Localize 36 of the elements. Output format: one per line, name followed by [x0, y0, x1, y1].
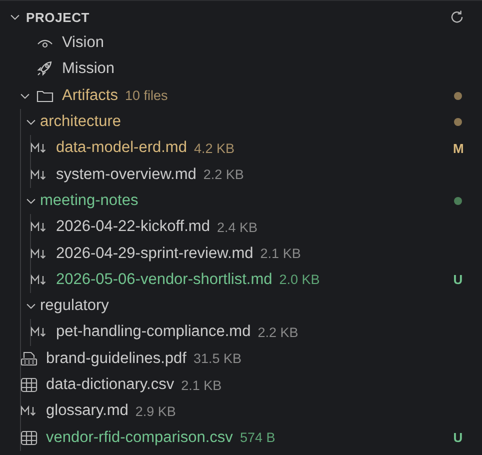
git-status: U [453, 430, 463, 446]
item-meta: 2.1 KB [181, 378, 222, 392]
item-name: meeting-notes [40, 192, 138, 210]
item-meta: 10 files [124, 88, 168, 104]
item-name: data-dictionary.csv [46, 376, 174, 394]
git-status: U [453, 272, 463, 288]
item-meta: 2.4 KB [216, 220, 258, 235]
item-name: 2026-05-06-vendor-shortlist.md [56, 270, 272, 289]
item-meta: 4.2 KB [194, 140, 234, 156]
refresh-icon[interactable] [449, 9, 465, 25]
item-meta: 2.0 KB [279, 272, 320, 288]
item-meta: 31.5 KB [193, 351, 242, 366]
item-meta: 2.1 KB [260, 246, 301, 262]
item-meta: 2.2 KB [203, 167, 244, 182]
section-title[interactable]: PROJECT [26, 10, 90, 24]
item-meta: 2.9 KB [135, 404, 176, 419]
item-name: 2026-04-22-kickoff.md [56, 218, 210, 236]
item-name: glossary.md [46, 402, 128, 420]
item-name: brand-guidelines.pdf [46, 350, 186, 368]
item-name: system-overview.md [56, 166, 196, 184]
item-meta: 574 B [240, 430, 276, 446]
item-name: Vision [62, 34, 104, 52]
item-meta: 2.2 KB [258, 324, 298, 340]
item-name: data-model-erd.md [56, 139, 187, 158]
item-name: 2026-04-29-sprint-review.md [56, 244, 254, 263]
pdf-icon [20, 350, 38, 367]
item-name: architecture [40, 113, 121, 132]
rocket-icon [36, 61, 54, 78]
item-name: Artifacts [62, 86, 118, 105]
table-icon [20, 430, 38, 446]
item-name: pet-handling-compliance.md [56, 323, 251, 342]
item-name: regulatory [40, 297, 109, 316]
git-status: M [453, 140, 463, 156]
item-name: Mission [62, 60, 115, 78]
item-name: vendor-rfid-comparison.csv [46, 428, 233, 447]
table-icon [20, 377, 38, 393]
